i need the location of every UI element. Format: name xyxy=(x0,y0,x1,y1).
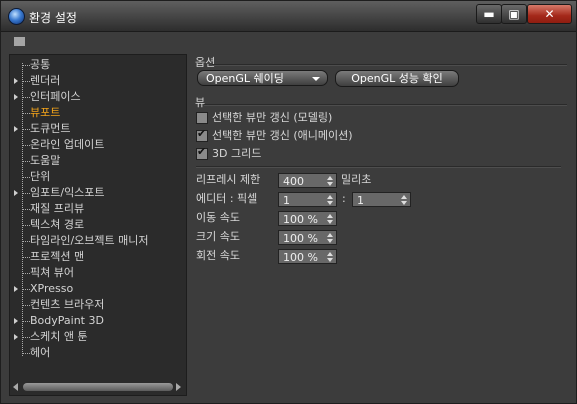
rotate-speed-value: 100 % xyxy=(283,251,318,264)
scrollbar-thumb[interactable] xyxy=(23,383,173,391)
rotate-speed-input[interactable]: 100 % xyxy=(278,249,337,264)
category-tree: 공통 렌더러 인터페이스 뷰포트 도큐먼트 온라인 업데이트 도움말 단위 임포트/익스포트 재질… xyxy=(14,57,149,361)
sidebar-item[interactable]: 프로젝션 맨 xyxy=(20,249,149,265)
editor-pixel-x-input[interactable]: 1 xyxy=(278,192,337,207)
category-tree-panel: 공통 렌더러 인터페이스 뷰포트 도큐먼트 온라인 업데이트 도움말 단위 임포트/익스포트 재질… xyxy=(9,54,187,396)
sidebar-item[interactable]: 도움말 xyxy=(20,153,149,169)
sidebar-item[interactable]: 임포트/익스포트 xyxy=(14,185,149,201)
checkbox-animation-label: 선택한 뷰만 갱신 (애니메이션) xyxy=(212,129,353,142)
editor-pixel-y-value: 1 xyxy=(357,194,364,207)
spinner-arrows-icon[interactable] xyxy=(327,194,333,206)
settings-panel: 옵션 OpenGL 쉐이딩 OpenGL 성능 확인 뷰 선택한 뷰만 갱신 (… xyxy=(190,54,568,394)
view-section-title: 뷰 xyxy=(195,96,206,109)
sidebar-item[interactable]: 타임라인/오브젝트 매니저 xyxy=(20,233,149,249)
window-title: 환경 설정 xyxy=(29,11,77,25)
editor-pixel-separator: : xyxy=(342,192,346,205)
shading-dropdown-value: OpenGL 쉐이딩 xyxy=(206,72,284,85)
refresh-limit-value: 400 xyxy=(283,175,304,188)
toolbar xyxy=(1,32,576,50)
checkbox-modeling[interactable] xyxy=(196,112,208,124)
title-bar[interactable]: 환경 설정 ▬ ▣ ✕ xyxy=(1,1,576,32)
refresh-limit-unit: 밀리초 xyxy=(341,173,372,186)
checkbox-3d-grid[interactable] xyxy=(196,144,208,160)
grip-dots-icon[interactable] xyxy=(14,37,25,46)
sidebar-item[interactable]: 뷰포트 xyxy=(20,105,149,121)
editor-pixel-label: 에디터 : 픽셀 xyxy=(196,192,258,205)
options-section-title: 옵션 xyxy=(195,56,216,69)
minimize-button[interactable]: ▬ xyxy=(476,4,502,24)
sidebar-item[interactable]: 스케치 앤 툰 xyxy=(14,329,149,345)
spinner-arrows-icon[interactable] xyxy=(327,175,333,187)
view-inner-divider xyxy=(196,166,561,168)
sidebar-item[interactable]: 컨텐츠 브라우저 xyxy=(20,297,149,313)
spinner-arrows-icon[interactable] xyxy=(327,251,333,263)
app-sphere-icon xyxy=(8,8,25,25)
sidebar-item[interactable]: 렌더러 xyxy=(14,73,149,89)
sidebar-item[interactable]: 온라인 업데이트 xyxy=(20,137,149,153)
move-speed-input[interactable]: 100 % xyxy=(278,211,337,226)
scale-speed-value: 100 % xyxy=(283,232,318,245)
editor-pixel-x-value: 1 xyxy=(283,194,290,207)
maximize-button[interactable]: ▣ xyxy=(501,4,527,24)
opengl-performance-button[interactable]: OpenGL 성능 확인 xyxy=(335,70,459,87)
move-speed-label: 이동 속도 xyxy=(196,211,240,224)
checkbox-3d-grid-label: 3D 그리드 xyxy=(212,147,262,160)
close-button[interactable]: ✕ xyxy=(527,4,572,24)
checkbox-row-3d-grid[interactable]: 3D 그리드 xyxy=(196,144,262,162)
spinner-arrows-icon[interactable] xyxy=(327,213,333,225)
spinner-arrows-icon[interactable] xyxy=(327,232,333,244)
sidebar-item[interactable]: 단위 xyxy=(20,169,149,185)
refresh-limit-input[interactable]: 400 xyxy=(278,173,337,188)
sidebar-item[interactable]: 헤어 xyxy=(20,345,149,361)
spinner-arrows-icon[interactable] xyxy=(401,194,407,206)
scale-speed-label: 크기 속도 xyxy=(196,230,240,243)
move-speed-value: 100 % xyxy=(283,213,318,226)
scroll-right-icon[interactable] xyxy=(176,383,181,391)
checkbox-row-modeling[interactable]: 선택한 뷰만 갱신 (모델링) xyxy=(196,110,332,126)
options-divider xyxy=(212,64,567,66)
scroll-left-icon[interactable] xyxy=(13,383,18,391)
editor-pixel-y-input[interactable]: 1 xyxy=(352,192,411,207)
view-divider xyxy=(204,104,567,106)
sidebar-item[interactable]: 재질 프리뷰 xyxy=(20,201,149,217)
chevron-down-icon xyxy=(312,77,320,81)
sidebar-item[interactable]: 픽쳐 뷰어 xyxy=(20,265,149,281)
rotate-speed-label: 회전 속도 xyxy=(196,249,240,262)
horizontal-scrollbar[interactable] xyxy=(11,381,183,393)
sidebar-item[interactable]: BodyPaint 3D xyxy=(14,313,149,329)
checkbox-row-animation[interactable]: 선택한 뷰만 갱신 (애니메이션) xyxy=(196,126,353,144)
scale-speed-input[interactable]: 100 % xyxy=(278,230,337,245)
refresh-limit-label: 리프레시 제한 xyxy=(196,173,261,186)
sidebar-item[interactable]: 공통 xyxy=(20,57,149,73)
checkbox-modeling-label: 선택한 뷰만 갱신 (모델링) xyxy=(212,111,333,124)
sidebar-item[interactable]: 텍스쳐 경로 xyxy=(20,217,149,233)
sidebar-item[interactable]: 인터페이스 xyxy=(14,89,149,105)
sidebar-item[interactable]: 도큐먼트 xyxy=(14,121,149,137)
checkbox-animation[interactable] xyxy=(196,126,208,142)
shading-dropdown[interactable]: OpenGL 쉐이딩 xyxy=(197,70,328,86)
sidebar-item[interactable]: XPresso xyxy=(14,281,149,297)
preferences-window: 환경 설정 ▬ ▣ ✕ 공통 렌더러 인터페이스 뷰포트 도큐먼트 온라인 업데이트 도움말… xyxy=(0,0,577,404)
